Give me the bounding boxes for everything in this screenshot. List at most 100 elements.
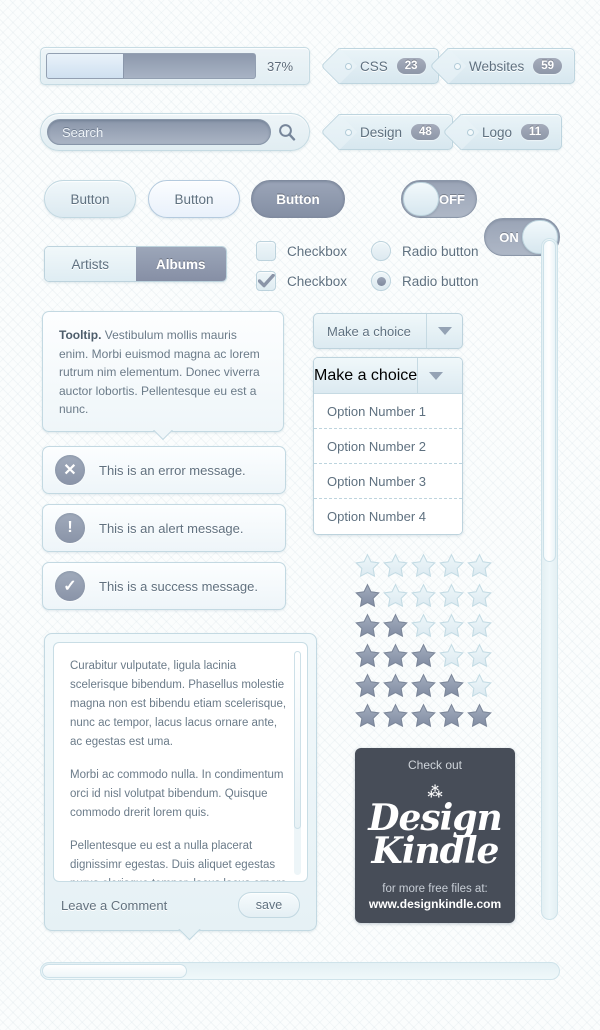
star-empty-icon[interactable] xyxy=(383,553,408,578)
radio-unselected[interactable] xyxy=(371,241,391,261)
star-filled-icon[interactable] xyxy=(411,703,436,728)
error-message: ✕ This is an error message. xyxy=(42,446,286,494)
segmented-control[interactable]: Artists Albums xyxy=(44,246,227,282)
dropdown-option[interactable]: Option Number 3 xyxy=(314,464,462,499)
star-filled-icon[interactable] xyxy=(355,613,380,638)
comment-textarea[interactable]: Curabitur vulputate, ligula lacinia scel… xyxy=(53,642,308,882)
radio-unselected-row[interactable]: Radio button xyxy=(371,241,479,261)
success-message-text: This is a success message. xyxy=(99,578,258,594)
tag-css[interactable]: CSS 23 xyxy=(339,48,439,84)
checkbox-unchecked-row[interactable]: Checkbox xyxy=(256,241,347,261)
button-label: Button xyxy=(70,191,110,207)
dropdown-open-header[interactable]: Make a choice xyxy=(314,358,462,394)
tag-count-badge: 23 xyxy=(396,58,426,74)
star-empty-icon[interactable] xyxy=(355,553,380,578)
radio-dot-icon xyxy=(376,276,386,286)
dropdown-option[interactable]: Option Number 2 xyxy=(314,429,462,464)
ui-kit-stage: 37% CSS 23 Websites 59 Search Design 48 … xyxy=(0,0,600,1030)
button-hover[interactable]: Button xyxy=(148,180,240,218)
star-empty-icon[interactable] xyxy=(439,583,464,608)
radio-selected-row[interactable]: Radio button xyxy=(371,271,479,291)
star-rating-row[interactable] xyxy=(355,703,492,728)
star-filled-icon[interactable] xyxy=(439,703,464,728)
star-empty-icon[interactable] xyxy=(467,553,492,578)
star-filled-icon[interactable] xyxy=(467,703,492,728)
button-label: Button xyxy=(174,191,214,207)
vertical-scrollbar[interactable] xyxy=(541,238,558,920)
tab-artists[interactable]: Artists xyxy=(45,247,136,281)
star-empty-icon[interactable] xyxy=(411,553,436,578)
search-icon[interactable] xyxy=(271,123,303,141)
check-icon: ✓ xyxy=(55,571,85,601)
star-empty-icon[interactable] xyxy=(439,613,464,638)
comment-paragraph: Morbi ac commodo nulla. In condimentum o… xyxy=(70,769,284,819)
tab-albums[interactable]: Albums xyxy=(135,247,226,281)
tag-design[interactable]: Design 48 xyxy=(339,114,453,150)
tag-label: CSS xyxy=(360,58,388,74)
chevron-down-icon[interactable] xyxy=(417,358,453,393)
toggle-knob[interactable] xyxy=(403,182,439,216)
button-normal[interactable]: Button xyxy=(44,180,136,218)
comment-footer: Leave a Comment save xyxy=(53,882,308,922)
star-rating-row[interactable] xyxy=(355,583,492,608)
star-empty-icon[interactable] xyxy=(439,553,464,578)
progress-bar[interactable]: 37% xyxy=(40,47,310,85)
star-rating-row[interactable] xyxy=(355,643,492,668)
checkbox-label: Checkbox xyxy=(287,243,348,259)
tag-hole-icon xyxy=(345,62,352,70)
star-empty-icon[interactable] xyxy=(467,583,492,608)
star-filled-icon[interactable] xyxy=(383,613,408,638)
star-empty-icon[interactable] xyxy=(411,613,436,638)
star-filled-icon[interactable] xyxy=(383,703,408,728)
tag-count-badge: 48 xyxy=(411,124,440,140)
star-rating-row[interactable] xyxy=(355,553,492,578)
banner-url[interactable]: www.designkindle.com xyxy=(369,897,501,911)
checkbox-unchecked[interactable] xyxy=(256,241,276,261)
star-rating-row[interactable] xyxy=(355,673,492,698)
checkbox-checked-row[interactable]: Checkbox xyxy=(256,271,347,291)
star-filled-icon[interactable] xyxy=(411,643,436,668)
save-button[interactable]: save xyxy=(238,892,300,918)
horizontal-scrollbar[interactable] xyxy=(40,962,560,980)
checkbox-label: Checkbox xyxy=(287,273,348,289)
star-empty-icon[interactable] xyxy=(383,583,408,608)
design-kindle-logo: ⁂ Design Kindle xyxy=(368,772,502,883)
dropdown-open[interactable]: Make a choice Option Number 1 Option Num… xyxy=(313,357,463,535)
star-empty-icon[interactable] xyxy=(439,643,464,668)
star-filled-icon[interactable] xyxy=(355,583,380,608)
exclamation-icon: ! xyxy=(55,513,85,543)
search-box[interactable]: Search xyxy=(40,113,310,151)
dropdown-option[interactable]: Option Number 1 xyxy=(314,394,462,429)
chevron-down-icon[interactable] xyxy=(426,314,462,348)
star-filled-icon[interactable] xyxy=(383,673,408,698)
star-rating-group[interactable] xyxy=(355,553,492,733)
star-filled-icon[interactable] xyxy=(439,673,464,698)
star-filled-icon[interactable] xyxy=(383,643,408,668)
search-input[interactable]: Search xyxy=(47,119,271,145)
radio-label: Radio button xyxy=(402,273,479,289)
star-filled-icon[interactable] xyxy=(355,673,380,698)
star-filled-icon[interactable] xyxy=(411,673,436,698)
toggle-off[interactable]: OFF xyxy=(401,180,477,218)
star-empty-icon[interactable] xyxy=(467,643,492,668)
star-empty-icon[interactable] xyxy=(467,673,492,698)
dropdown-option[interactable]: Option Number 4 xyxy=(314,499,462,534)
tag-logo[interactable]: Logo 11 xyxy=(461,114,563,150)
star-empty-icon[interactable] xyxy=(467,613,492,638)
star-filled-icon[interactable] xyxy=(355,703,380,728)
promo-banner[interactable]: Check out ⁂ Design Kindle for more free … xyxy=(355,748,515,923)
radio-selected[interactable] xyxy=(371,271,391,291)
tooltip: Tooltip. Vestibulum mollis mauris enim. … xyxy=(42,311,284,432)
dropdown-value: Make a choice xyxy=(314,366,418,384)
star-empty-icon[interactable] xyxy=(411,583,436,608)
tag-label: Websites xyxy=(469,58,525,74)
comment-paragraph: Curabitur vulputate, ligula lacinia scel… xyxy=(70,660,287,748)
star-filled-icon[interactable] xyxy=(355,643,380,668)
star-rating-row[interactable] xyxy=(355,613,492,638)
comment-scrollbar[interactable] xyxy=(294,651,301,875)
dropdown-closed[interactable]: Make a choice xyxy=(313,313,463,349)
tag-websites[interactable]: Websites 59 xyxy=(448,48,576,84)
button-active[interactable]: Button xyxy=(251,180,345,218)
checkbox-checked[interactable] xyxy=(256,271,276,291)
comment-box[interactable]: Curabitur vulputate, ligula lacinia scel… xyxy=(44,633,317,931)
